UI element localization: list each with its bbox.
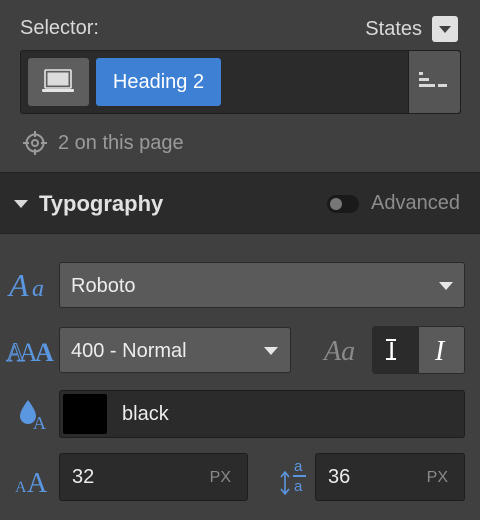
- svg-text:Aa: Aa: [322, 336, 355, 367]
- font-color-icon: A: [6, 396, 58, 437]
- advanced-label: Advanced: [371, 192, 460, 214]
- font-color-field[interactable]: black: [59, 390, 465, 438]
- svg-text:A: A: [35, 338, 54, 367]
- line-height-unit[interactable]: PX: [427, 469, 448, 487]
- selector-tag-chip[interactable]: Heading 2: [96, 58, 221, 106]
- font-style-preview-icon: Aa: [322, 330, 368, 370]
- selector-field[interactable]: Heading 2: [20, 50, 461, 114]
- svg-text:A: A: [27, 468, 48, 495]
- advanced-toggle[interactable]: [327, 194, 360, 213]
- font-weight-icon: A A A: [6, 333, 58, 372]
- selector-menu-icon[interactable]: [408, 51, 460, 113]
- states-label: States: [365, 17, 422, 40]
- laptop-icon[interactable]: [28, 58, 89, 106]
- regular-i-icon: I: [386, 336, 396, 366]
- line-height-icon: a a: [280, 455, 312, 499]
- advanced-control[interactable]: Advanced: [327, 192, 460, 215]
- regular-style-button[interactable]: I: [373, 327, 419, 373]
- typography-title: Typography: [39, 191, 164, 216]
- font-weight-value: 400 - Normal: [71, 340, 187, 362]
- chevron-down-icon: [264, 347, 278, 355]
- on-page-count[interactable]: 2 on this page: [22, 130, 184, 156]
- selector-section: Selector: States Heading 2 2 on this pag…: [0, 0, 480, 172]
- font-size-unit[interactable]: PX: [210, 469, 231, 487]
- line-height-input[interactable]: 36 PX: [315, 453, 465, 501]
- chevron-down-icon: [439, 282, 453, 290]
- svg-text:I: I: [434, 336, 446, 367]
- font-family-select[interactable]: Roboto: [59, 262, 465, 308]
- selector-label: Selector:: [20, 17, 99, 39]
- font-family-row: A a Roboto: [0, 262, 480, 308]
- font-size-icon: A A: [6, 459, 58, 500]
- font-style-group: I I: [372, 326, 465, 374]
- states-dropdown-button[interactable]: [432, 16, 458, 42]
- states-control[interactable]: States: [365, 16, 458, 42]
- color-swatch[interactable]: [63, 394, 107, 434]
- typography-header[interactable]: Typography Advanced: [0, 172, 480, 234]
- svg-text:A: A: [33, 413, 46, 432]
- font-family-icon: A a: [6, 266, 58, 307]
- font-size-input[interactable]: 32 PX: [59, 453, 248, 501]
- italic-i-icon: I: [434, 336, 446, 367]
- target-icon: [23, 131, 47, 155]
- svg-text:A: A: [7, 267, 29, 302]
- color-value: black: [122, 403, 169, 425]
- font-family-value: Roboto: [71, 275, 136, 297]
- collapse-caret-icon[interactable]: [14, 200, 28, 208]
- svg-text:a: a: [294, 478, 303, 495]
- italic-style-button[interactable]: I: [419, 327, 464, 373]
- svg-text:a: a: [32, 276, 44, 302]
- svg-text:A: A: [15, 479, 27, 495]
- line-height-value: 36: [328, 466, 351, 488]
- color-row: A black: [0, 390, 480, 438]
- svg-text:a: a: [294, 458, 303, 475]
- on-page-text: 2 on this page: [58, 131, 184, 154]
- font-weight-select[interactable]: 400 - Normal: [59, 327, 291, 373]
- font-size-value: 32: [72, 466, 95, 488]
- size-row: A A 32 PX a a 36 PX: [0, 453, 480, 501]
